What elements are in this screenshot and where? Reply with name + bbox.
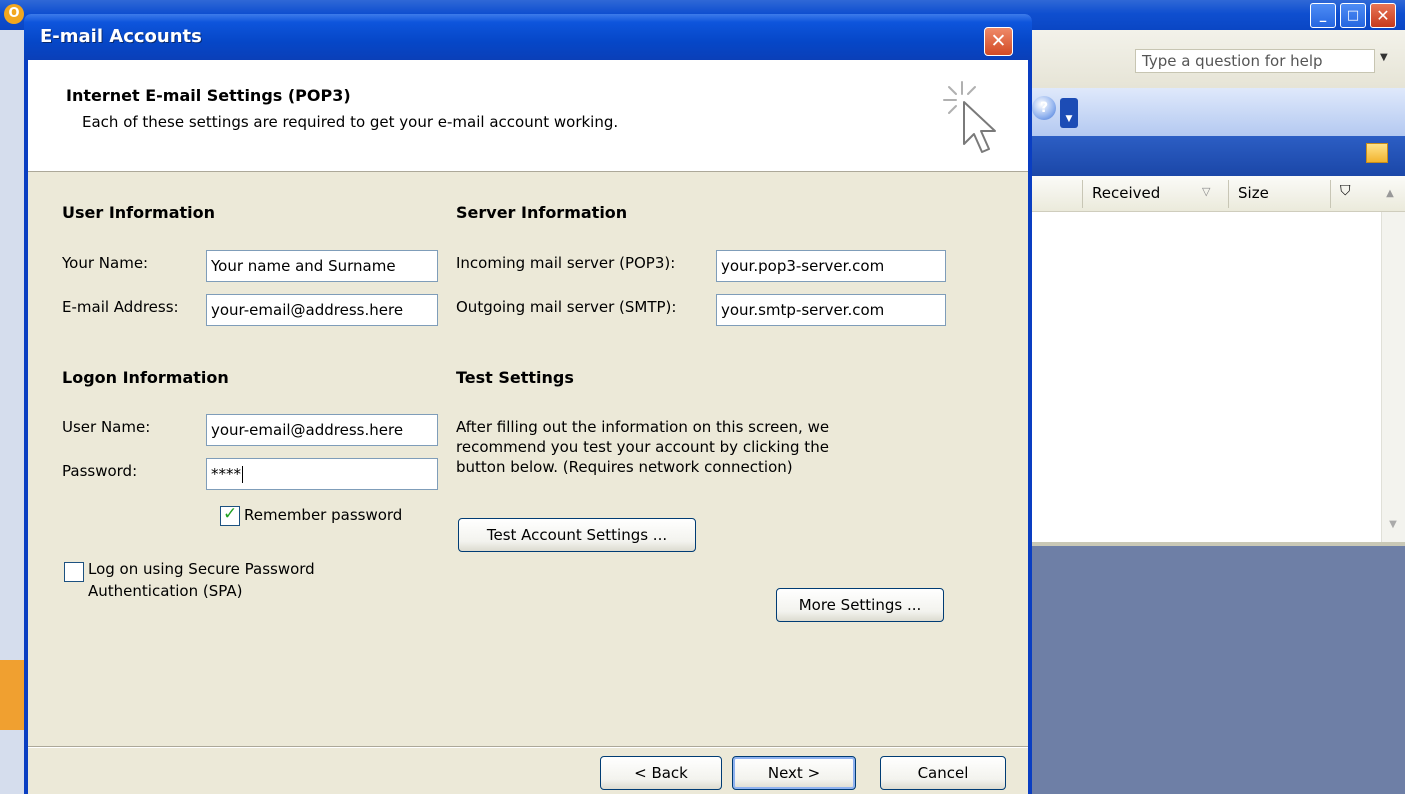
flag-icon[interactable]: ⛉ [1340,183,1351,199]
dialog-close-button[interactable]: ✕ [984,27,1013,56]
column-separator [1228,180,1229,208]
password-field[interactable]: **** [206,458,438,490]
toolbar-options-icon[interactable]: ▼ [1060,98,1078,128]
outgoing-server-label: Outgoing mail server (SMTP): [456,298,677,316]
server-information-heading: Server Information [456,203,628,222]
logon-information-heading: Logon Information [62,368,229,387]
user-information-heading: User Information [62,203,215,222]
column-separator [1330,180,1331,208]
wizard-header: Internet E-mail Settings (POP3) Each of … [28,60,1028,172]
test-description-line2: recommend you test your account by click… [456,438,829,456]
wizard-subtitle: Each of these settings are required to g… [82,113,619,131]
next-button[interactable]: Next > [732,756,856,790]
test-account-settings-button[interactable]: Test Account Settings ... [458,518,696,552]
dialog-titlebar: E-mail Accounts ✕ [24,14,1032,60]
more-settings-button[interactable]: More Settings ... [776,588,944,622]
message-list[interactable] [1030,212,1405,542]
test-description-line1: After filling out the information on thi… [456,418,830,436]
your-name-label: Your Name: [62,254,149,272]
dialog-title: E-mail Accounts [40,26,202,47]
spa-checkbox[interactable] [64,562,84,582]
user-name-label: User Name: [62,418,151,436]
close-icon: ✕ [990,30,1007,52]
dialog-body: Internet E-mail Settings (POP3) Each of … [28,60,1028,794]
wizard-title: Internet E-mail Settings (POP3) [66,86,351,105]
navigation-pane-button[interactable] [0,660,24,730]
text-cursor [242,466,243,483]
remember-password-label[interactable]: Remember password [244,506,402,524]
email-accounts-dialog: E-mail Accounts ✕ Internet E-mail Settin… [24,14,1032,794]
wizard-cursor-icon [943,81,996,153]
password-value: **** [211,465,241,483]
password-label: Password: [62,462,138,480]
spa-label-line2[interactable]: Authentication (SPA) [88,582,242,600]
chevron-down-icon[interactable]: ▼ [1380,52,1388,63]
maximize-button[interactable]: □ [1340,3,1366,28]
cancel-button[interactable]: Cancel [880,756,1006,790]
message-list-scrollbar[interactable] [1381,212,1405,542]
your-name-field[interactable]: Your name and Surname [206,250,438,282]
column-size[interactable]: Size [1238,184,1269,202]
back-button[interactable]: < Back [600,756,722,790]
checkmark-icon: ✓ [223,504,238,524]
help-icon[interactable]: ? [1032,96,1056,120]
help-search-input[interactable]: Type a question for help [1135,49,1375,73]
incoming-server-label: Incoming mail server (POP3): [456,254,676,272]
scroll-up-icon[interactable]: ▲ [1378,179,1402,209]
reading-pane [1030,542,1405,794]
email-address-field[interactable]: your-email@address.here [206,294,438,326]
test-description-line3: button below. (Requires network connecti… [456,458,793,476]
spa-label-line1[interactable]: Log on using Secure Password [88,560,315,578]
column-separator [1082,180,1083,208]
sort-icon: ▽ [1202,185,1211,198]
user-name-field[interactable]: your-email@address.here [206,414,438,446]
outgoing-server-field[interactable]: your.smtp-server.com [716,294,946,326]
message-list-column-headers: Received ▽ Size ⛉ ▲ [1030,176,1405,212]
column-received[interactable]: Received [1092,184,1160,202]
minimize-button[interactable]: _ [1310,3,1336,28]
window-close-button[interactable]: ✕ [1370,3,1396,28]
email-address-label: E-mail Address: [62,298,179,316]
folder-icon [1366,143,1388,163]
remember-password-checkbox[interactable]: ✓ [220,504,240,526]
test-settings-heading: Test Settings [456,368,574,387]
incoming-server-field[interactable]: your.pop3-server.com [716,250,946,282]
scroll-down-icon[interactable]: ▼ [1381,510,1405,540]
footer-separator [28,746,1028,748]
outlook-app-icon: O [4,4,24,24]
